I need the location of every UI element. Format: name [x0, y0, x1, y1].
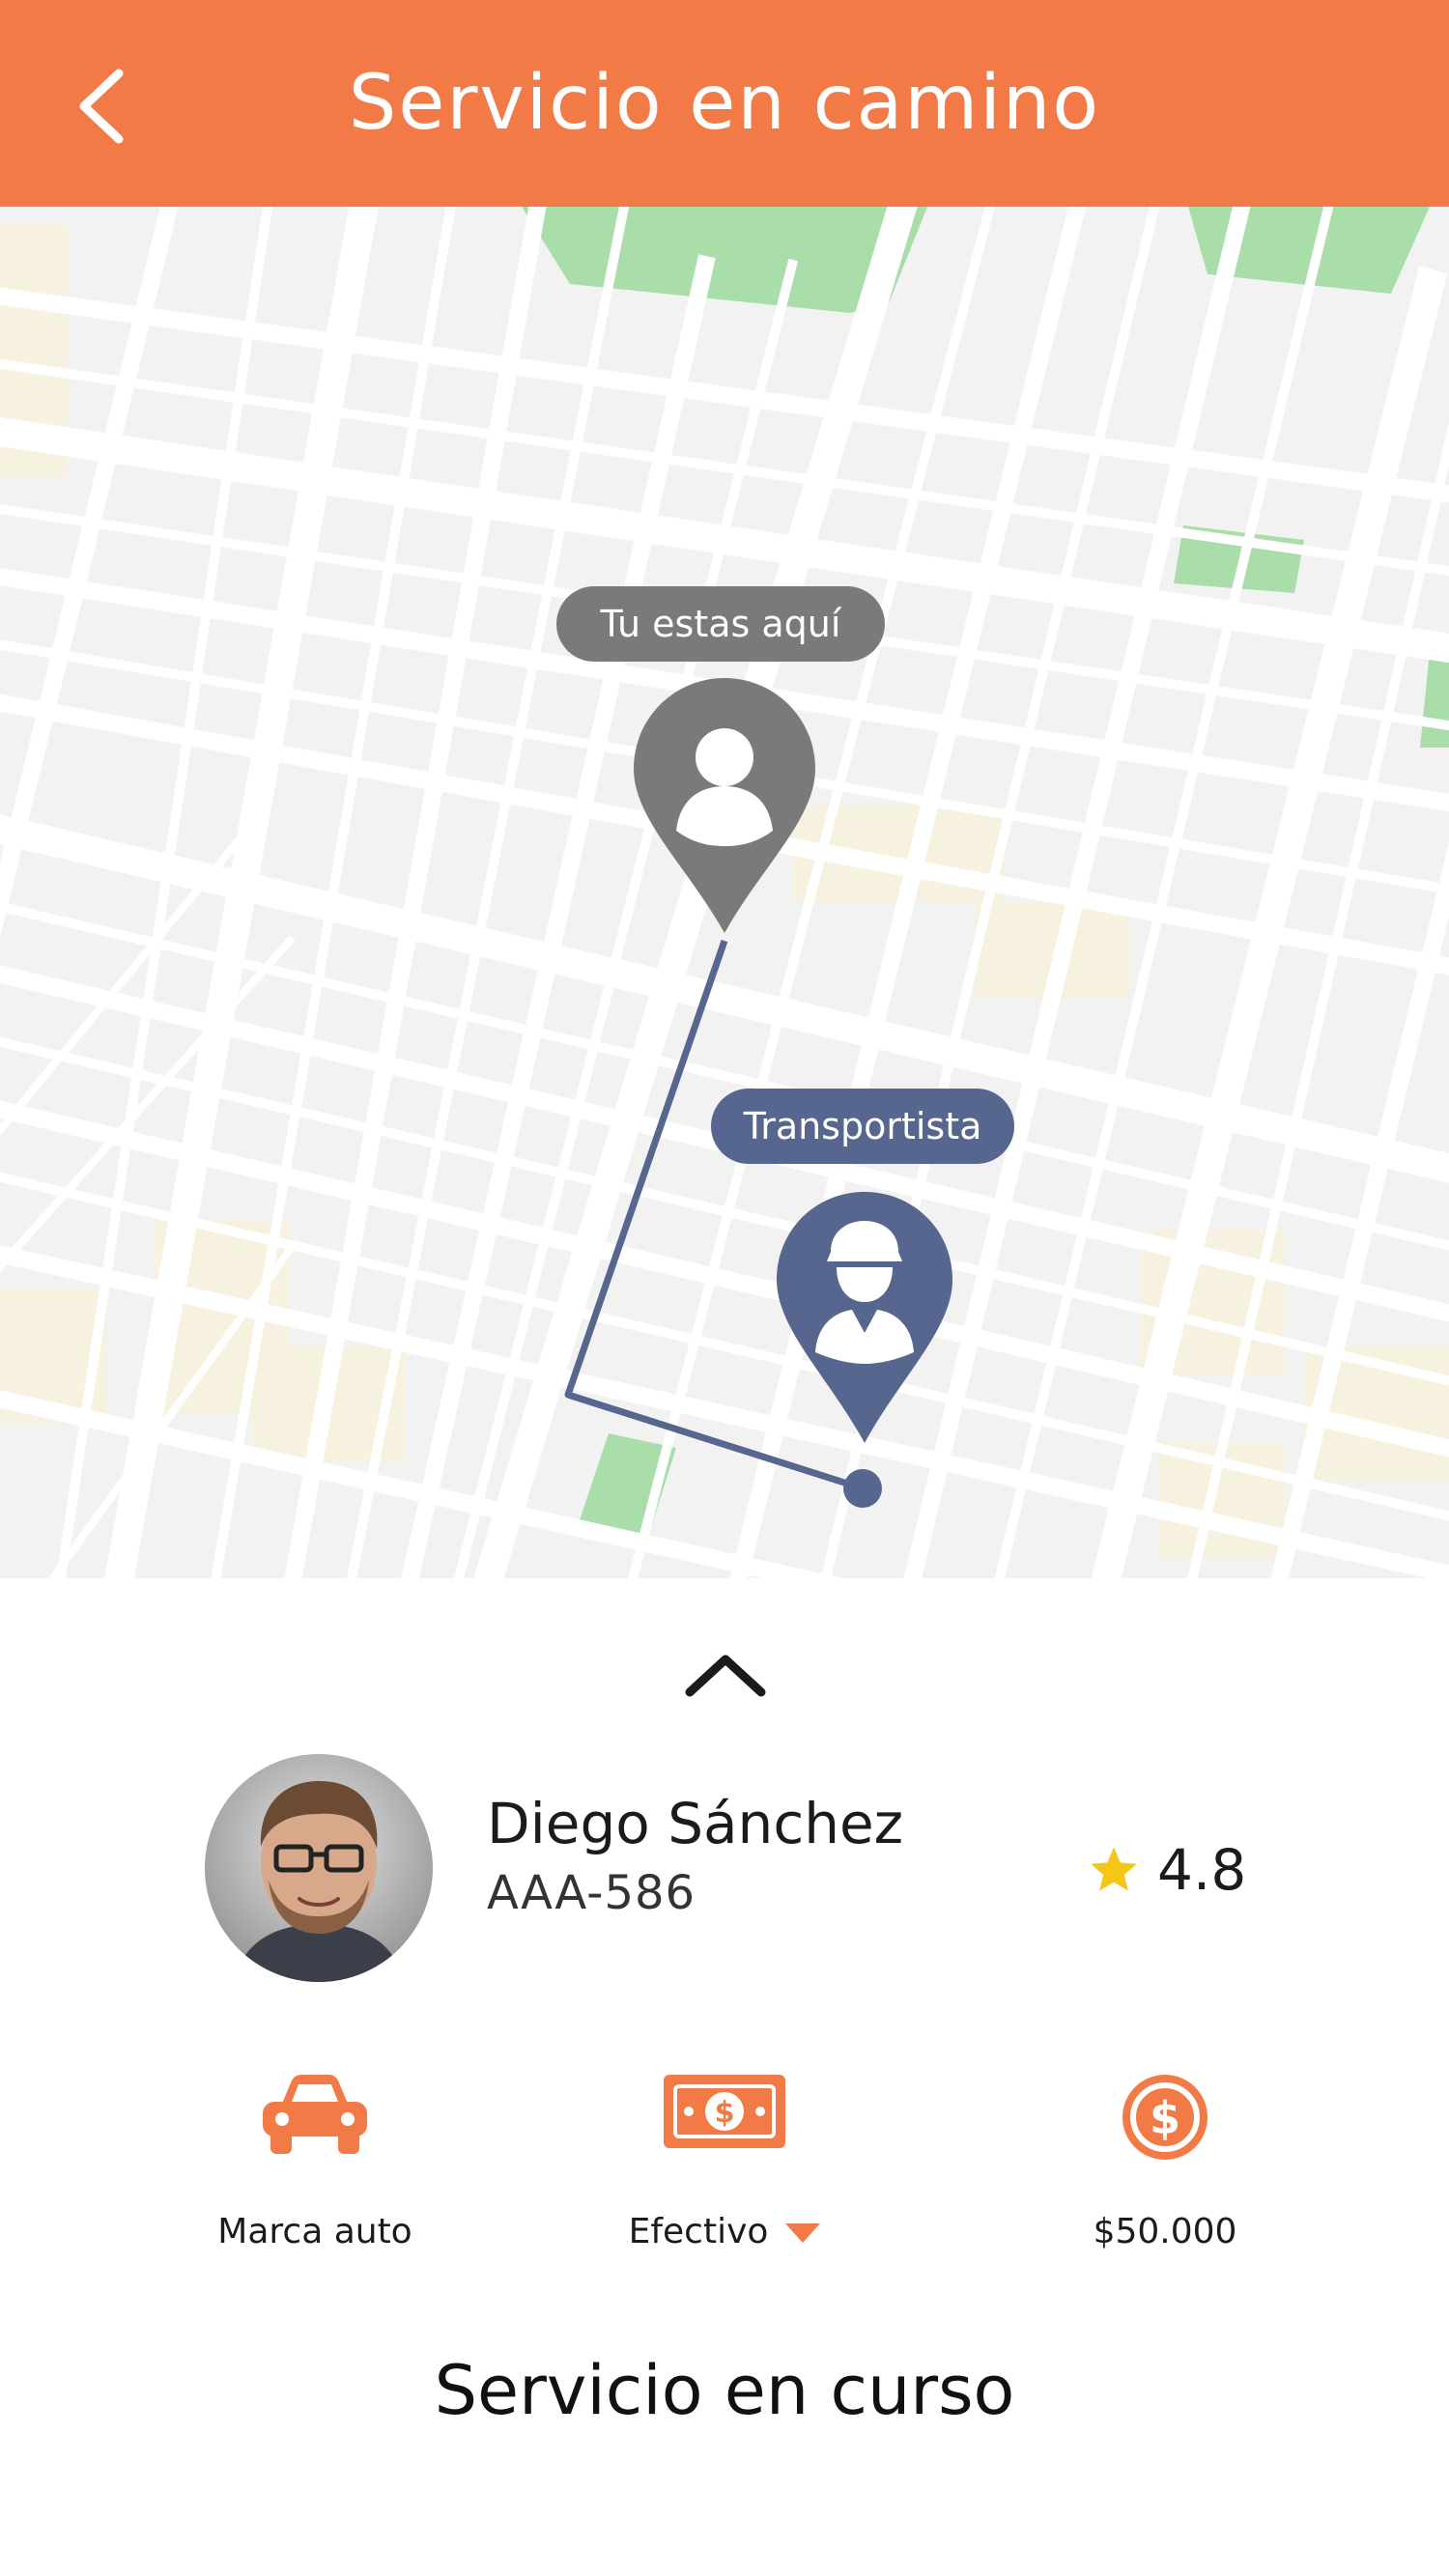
car-brand-item[interactable]: Marca auto: [170, 2042, 460, 2303]
driver-avatar: [205, 1754, 433, 1982]
price-label: $50.000: [1093, 2212, 1237, 2251]
driver-location-label: Transportista: [711, 1089, 1014, 1164]
chevron-up-icon[interactable]: [682, 1646, 769, 1704]
car-brand-label: Marca auto: [217, 2212, 412, 2251]
svg-text:$: $: [715, 2096, 735, 2130]
payment-method-label: Efectivo: [628, 2212, 769, 2251]
payment-method-value: Efectivo: [580, 2212, 869, 2251]
user-location-label: Tu estas aquí: [556, 586, 885, 662]
rating-value: 4.8: [1157, 1837, 1247, 1903]
user-location-pin-icon[interactable]: [630, 674, 819, 937]
caret-down-icon: [785, 2223, 821, 2243]
driver-info-sheet: Diego Sánchez AAA-586 4.8 Marca auto $ E…: [0, 1578, 1449, 2576]
driver-name: Diego Sánchez: [487, 1791, 904, 1856]
driver-rating: 4.8: [1088, 1831, 1246, 1909]
car-icon: [263, 2075, 367, 2154]
payment-method-dropdown[interactable]: $ Efectivo: [580, 2042, 869, 2303]
service-status: Servicio en curso: [434, 2351, 1015, 2430]
cash-icon: $: [664, 2075, 785, 2148]
dollar-coin-icon: $: [1122, 2075, 1208, 2160]
star-icon: [1091, 1847, 1137, 1891]
driver-plate: AAA-586: [487, 1866, 696, 1920]
driver-location-pin-icon[interactable]: [773, 1188, 956, 1447]
price-item: $ $50.000: [1020, 2042, 1310, 2303]
map-view[interactable]: Tu estas aquí Transportista: [0, 207, 1449, 1578]
app-header: Servicio en camino: [0, 0, 1449, 207]
page-title: Servicio en camino: [348, 60, 1101, 147]
svg-text:$: $: [1150, 2092, 1180, 2144]
